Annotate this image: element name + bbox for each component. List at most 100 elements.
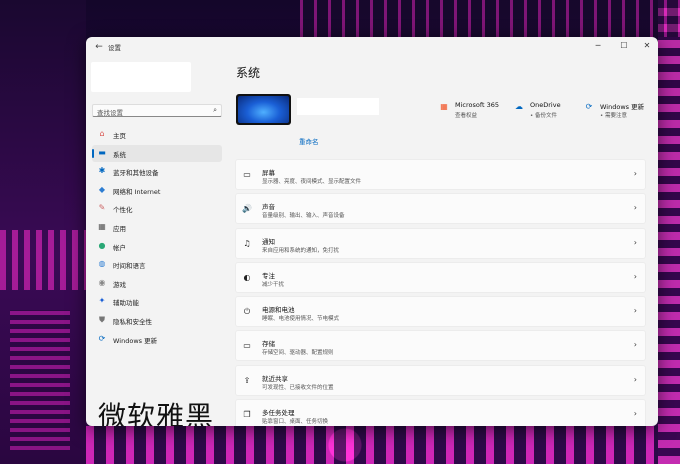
setting-row-5[interactable]: ▭ 存储 存储空间、驱动器、配置规则 › <box>235 330 646 362</box>
user-profile[interactable] <box>91 62 191 92</box>
search-icon: ⌕ <box>213 106 217 114</box>
setting-row-2[interactable]: ♫ 通知 来自应用和系统的通知，免打扰 › <box>235 227 646 259</box>
rename-link[interactable]: 重命名 <box>299 136 319 146</box>
setting-description: 贴靠窗口、桌面、任务切换 <box>262 419 329 426</box>
chevron-right-icon: › <box>633 271 637 281</box>
sidebar-item-label: 隐私和安全性 <box>113 317 152 326</box>
page-title: 系统 <box>236 66 261 80</box>
sidebar-item-0[interactable]: ⌂ 主页 <box>92 126 222 143</box>
setting-row-3[interactable]: ◐ 专注 减少干扰 › <box>235 261 646 293</box>
account-icon: ● <box>98 240 106 250</box>
brush-icon: ✎ <box>98 203 106 213</box>
chevron-right-icon: › <box>633 203 637 213</box>
chevron-right-icon: › <box>633 374 637 384</box>
setting-description: 存储空间、驱动器、配置规则 <box>262 350 334 357</box>
sound-icon: 🔊 <box>242 204 252 214</box>
sidebar-item-label: 系统 <box>113 150 126 159</box>
close-button[interactable]: ✕ <box>640 40 654 52</box>
setting-row-7[interactable]: ❐ 多任务处理 贴靠窗口、桌面、任务切换 › <box>235 399 646 426</box>
sidebar-item-label: 主页 <box>113 132 126 140</box>
quick-link-subtitle: • 备份文件 <box>530 113 557 119</box>
sidebar-item-8[interactable]: ◉ 游戏 <box>92 275 222 292</box>
settings-window: ← 设置 ─ ☐ ✕ 查找设置 ⌕ ⌂ 主页 ▬ 系统 ✱ 蓝牙和其他设备 ◆ 网络和 Int… <box>86 37 658 426</box>
sidebar-nav: ⌂ 主页 ▬ 系统 ✱ 蓝牙和其他设备 ◆ 网络和 Internet ✎ 个性化 ▦ 应用 ● 帐户 ◍ 时间… <box>92 126 222 349</box>
sidebar-item-2[interactable]: ✱ 蓝牙和其他设备 <box>92 163 222 180</box>
network-icon: ◆ <box>98 184 106 194</box>
setting-title: 屏幕 <box>262 169 275 177</box>
font-sample-text: 微软雅黑 <box>98 400 215 426</box>
system-icon: ▬ <box>98 147 106 157</box>
sidebar-item-5[interactable]: ▦ 应用 <box>92 219 222 236</box>
chevron-right-icon: › <box>633 306 637 316</box>
sidebar-item-4[interactable]: ✎ 个性化 <box>92 200 222 217</box>
setting-title: 专注 <box>262 271 275 280</box>
sidebar-item-6[interactable]: ● 帐户 <box>92 238 222 255</box>
sidebar-item-label: Windows 更新 <box>113 336 158 345</box>
device-thumbnail <box>236 94 291 125</box>
windows-update-icon: ⟳ <box>585 102 593 111</box>
sidebar-item-9[interactable]: ✦ 辅助功能 <box>92 293 222 310</box>
search-input[interactable]: 查找设置 ⌕ <box>92 104 222 117</box>
setting-title: 多任务处理 <box>262 409 295 418</box>
chevron-right-icon: › <box>633 169 637 178</box>
home-icon: ⌂ <box>99 129 105 138</box>
chevron-right-icon: › <box>633 237 637 247</box>
sidebar-item-11[interactable]: ⟳ Windows 更新 <box>92 331 222 348</box>
setting-description: 可发现性、已接收文件的位置 <box>262 384 334 391</box>
sidebar-item-label: 辅助功能 <box>113 299 139 308</box>
search-placeholder: 查找设置 <box>97 109 123 117</box>
quick-link-title: Windows 更新 <box>600 103 645 111</box>
main-content: 系统 重命名 ▦ Microsoft 365 查看权益 ☁ OneDrive • 备份文件… <box>231 57 658 426</box>
sidebar-item-3[interactable]: ◆ 网络和 Internet <box>92 182 222 199</box>
shield-icon: ⛊ <box>99 314 105 324</box>
sidebar: 查找设置 ⌕ ⌂ 主页 ▬ 系统 ✱ 蓝牙和其他设备 ◆ 网络和 Internet ✎ 个性化 ▦ 应… <box>86 57 231 426</box>
sidebar-item-label: 应用 <box>113 224 126 233</box>
update-icon: ⟳ <box>98 333 106 343</box>
display-icon: ▭ <box>243 170 251 179</box>
settings-list: ▭ 屏幕 显示器、亮度、夜间模式、显示配置文件 › 🔊 声音 音量级别、输出、输入、声音设备… <box>235 159 646 426</box>
setting-description: 睡眠、电池使用情况、节电模式 <box>262 316 340 323</box>
globe-icon: ◍ <box>98 259 106 269</box>
focus-icon: ◐ <box>243 272 251 282</box>
setting-row-0[interactable]: ▭ 屏幕显示器、亮度、夜间模式、显示配置文件 › <box>235 159 646 190</box>
setting-row-4[interactable]: ⏻ 电源和电池 睡眠、电池使用情况、节电模式 › <box>235 296 646 328</box>
multitask-icon: ❐ <box>243 410 251 420</box>
setting-row-1[interactable]: 🔊 声音 音量级别、输出、输入、声音设备 › <box>235 193 646 225</box>
sidebar-item-7[interactable]: ◍ 时间和语言 <box>92 256 222 273</box>
chevron-right-icon: › <box>633 340 637 350</box>
title-bar: ← 设置 ─ ☐ ✕ <box>86 37 658 57</box>
share-icon: ⇪ <box>243 375 251 385</box>
chevron-right-icon: › <box>633 409 637 419</box>
setting-description: 显示器、亮度、夜间模式、显示配置文件 <box>262 179 362 185</box>
setting-title: 存储 <box>262 340 275 349</box>
setting-title: 就近共享 <box>262 374 288 383</box>
maximize-button[interactable]: ☐ <box>617 40 631 52</box>
sidebar-item-1[interactable]: ▬ 系统 <box>92 144 222 162</box>
microsoft-365-icon: ▦ <box>440 102 448 111</box>
device-name <box>297 98 379 115</box>
sidebar-item-label: 游戏 <box>113 280 126 289</box>
sidebar-item-10[interactable]: ⛊ 隐私和安全性 <box>92 312 222 329</box>
setting-title: 通知 <box>262 237 275 246</box>
quick-link-title: OneDrive <box>530 101 561 109</box>
setting-description: 来自应用和系统的通知，免打扰 <box>262 247 340 254</box>
quick-link-subtitle: 查看权益 <box>455 113 478 119</box>
sidebar-item-label: 蓝牙和其他设备 <box>113 169 159 178</box>
back-button[interactable]: ← <box>93 41 105 53</box>
quick-link-title: Microsoft 365 <box>455 101 500 109</box>
setting-description: 音量级别、输出、输入、声音设备 <box>262 213 345 220</box>
minimize-button[interactable]: ─ <box>591 40 605 52</box>
setting-title: 电源和电池 <box>262 306 295 315</box>
app-title: 设置 <box>108 44 121 52</box>
bluetooth-icon: ✱ <box>98 166 106 176</box>
bell-icon: ♫ <box>243 238 251 248</box>
sidebar-item-label: 个性化 <box>113 206 133 215</box>
setting-row-6[interactable]: ⇪ 就近共享 可发现性、已接收文件的位置 › <box>235 364 646 396</box>
onedrive-icon: ☁ <box>515 102 523 111</box>
sidebar-item-label: 时间和语言 <box>113 262 146 271</box>
sidebar-item-label: 帐户 <box>113 243 126 252</box>
accessibility-icon: ✦ <box>98 296 106 306</box>
quick-link-subtitle: • 需要注意 <box>600 113 627 119</box>
gamepad-icon: ◉ <box>98 277 106 287</box>
sidebar-item-label: 网络和 Internet <box>113 187 161 196</box>
